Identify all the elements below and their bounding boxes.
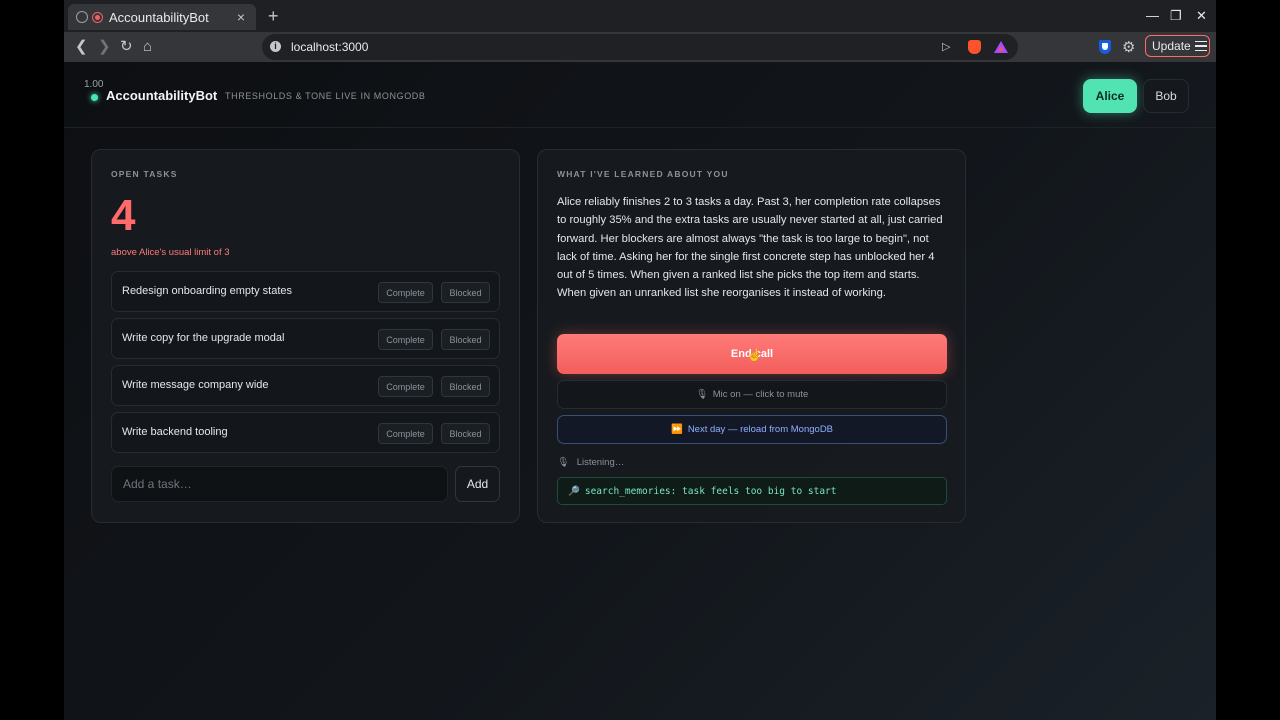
brave-shields-icon[interactable] xyxy=(968,40,981,54)
app-header: 1.00 AccountabilityBot THRESHOLDS & TONE… xyxy=(64,62,1216,128)
task-row: Redesign onboarding empty states Complet… xyxy=(111,271,500,312)
browser-tab[interactable]: AccountabilityBot × xyxy=(68,4,256,30)
globe-icon xyxy=(76,11,88,23)
browser-window: AccountabilityBot × + — ❐ ✕ ❮ ❯ ↻ ⌂ i lo… xyxy=(64,0,1216,720)
address-bar[interactable]: i localhost:3000 ▷ xyxy=(262,34,1018,60)
url-text: localhost:3000 xyxy=(291,40,369,54)
next-day-label: Next day — reload from MongoDB xyxy=(687,424,834,435)
open-tasks-card: OPEN TASKS 4 above Alice's usual limit o… xyxy=(91,149,520,523)
update-label: Update xyxy=(1152,39,1191,53)
limit-note: above Alice's usual limit of 3 xyxy=(111,247,230,258)
maximize-icon[interactable]: ❐ xyxy=(1170,8,1182,24)
open-task-count: 4 xyxy=(111,191,136,240)
search-icon: 🔎 xyxy=(568,485,580,497)
user-button-alice[interactable]: Alice xyxy=(1083,79,1137,113)
task-text: Write backend tooling xyxy=(122,426,228,438)
task-row: Write copy for the upgrade modal Complet… xyxy=(111,318,500,359)
bitwarden-icon[interactable] xyxy=(1099,40,1111,54)
status-dot-icon xyxy=(91,94,98,101)
blocked-button[interactable]: Blocked xyxy=(441,423,490,444)
close-tab-icon[interactable]: × xyxy=(234,9,248,25)
tab-bar: AccountabilityBot × + — ❐ ✕ xyxy=(64,0,1216,32)
mic-label: Mic on — click to mute xyxy=(712,389,809,400)
task-text: Write message company wide xyxy=(122,379,269,391)
complete-button[interactable]: Complete xyxy=(378,376,433,397)
share-icon[interactable]: ▷ xyxy=(942,40,950,53)
minimize-icon[interactable]: — xyxy=(1146,8,1159,23)
blocked-button[interactable]: Blocked xyxy=(441,376,490,397)
learned-label: WHAT I'VE LEARNED ABOUT YOU xyxy=(557,169,729,179)
tagline: THRESHOLDS & TONE LIVE IN MONGODB xyxy=(225,91,426,101)
add-task-button[interactable]: Add xyxy=(455,466,500,502)
next-day-button[interactable]: ⏩ Next day — reload from MongoDB xyxy=(557,415,947,444)
close-window-icon[interactable]: ✕ xyxy=(1196,8,1207,24)
app-root: 1.00 AccountabilityBot THRESHOLDS & TONE… xyxy=(64,62,1216,720)
back-icon[interactable]: ❮ xyxy=(75,38,88,56)
task-row: Write message company wide Complete Bloc… xyxy=(111,365,500,406)
listening-status: 🎙 Listening… xyxy=(557,457,624,468)
task-text: Write copy for the upgrade modal xyxy=(122,332,285,344)
recording-icon xyxy=(92,11,103,23)
reload-icon[interactable]: ↻ xyxy=(120,38,133,56)
blocked-button[interactable]: Blocked xyxy=(441,282,490,303)
listening-label: Listening… xyxy=(576,457,625,468)
hand-cursor-icon: ☝ xyxy=(747,348,762,362)
forward-icon[interactable]: ❯ xyxy=(98,38,111,56)
task-text: Redesign onboarding empty states xyxy=(122,285,292,297)
open-tasks-label: OPEN TASKS xyxy=(111,169,178,179)
tool-call-text: search_memories: task feels too big to s… xyxy=(584,485,837,497)
learned-card: WHAT I'VE LEARNED ABOUT YOU Alice reliab… xyxy=(537,149,966,523)
browser-toolbar: ❮ ❯ ↻ ⌂ i localhost:3000 ▷ ⚙ Update xyxy=(64,32,1216,62)
brand-title: AccountabilityBot xyxy=(106,88,218,103)
menu-icon xyxy=(1194,40,1207,52)
complete-button[interactable]: Complete xyxy=(378,282,433,303)
mic-icon: 🎙 xyxy=(695,389,708,400)
tab-title: AccountabilityBot xyxy=(109,9,209,25)
blocked-button[interactable]: Blocked xyxy=(441,329,490,350)
update-button[interactable]: Update xyxy=(1145,35,1210,57)
complete-button[interactable]: Complete xyxy=(378,329,433,350)
add-task-input[interactable]: Add a task… xyxy=(111,466,448,502)
home-icon[interactable]: ⌂ xyxy=(143,38,152,56)
brave-rewards-icon[interactable] xyxy=(994,41,1008,53)
fast-forward-icon: ⏩ xyxy=(670,424,683,435)
site-info-icon[interactable]: i xyxy=(270,41,281,52)
mic-toggle-button[interactable]: 🎙 Mic on — click to mute xyxy=(557,380,947,409)
user-button-bob[interactable]: Bob xyxy=(1143,79,1189,113)
end-call-button[interactable]: End call ☝ xyxy=(557,334,947,374)
extensions-icon[interactable]: ⚙ xyxy=(1122,38,1135,56)
new-tab-button[interactable]: + xyxy=(268,6,279,27)
tool-call-log: 🔎 search_memories: task feels too big to… xyxy=(557,477,947,505)
fps-readout: 1.00 xyxy=(84,79,104,90)
mic-icon: 🎙 xyxy=(557,457,570,468)
complete-button[interactable]: Complete xyxy=(378,423,433,444)
task-row: Write backend tooling Complete Blocked xyxy=(111,412,500,453)
learned-summary: Alice reliably finishes 2 to 3 tasks a d… xyxy=(557,196,943,300)
